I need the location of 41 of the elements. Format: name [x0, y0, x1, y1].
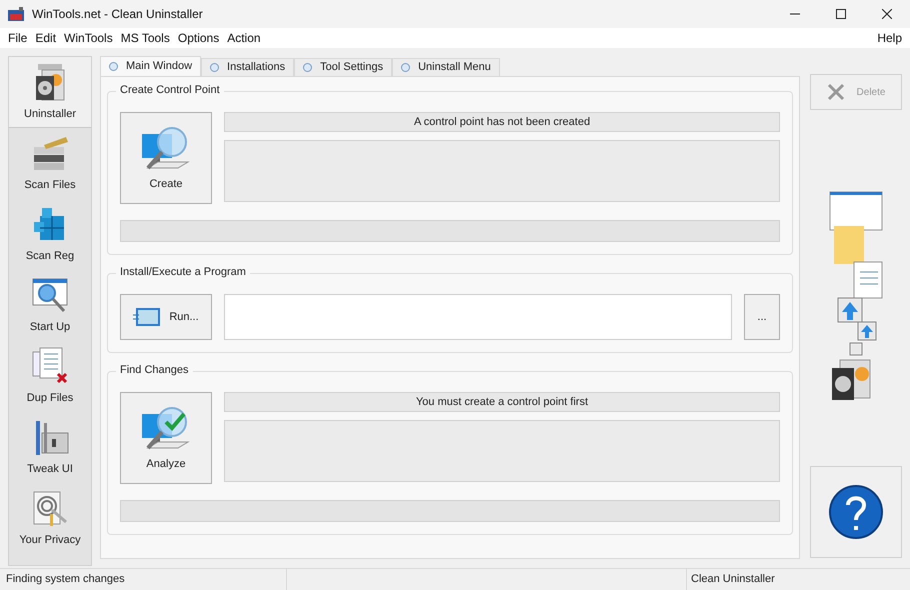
radio-icon — [109, 62, 118, 71]
group-title: Find Changes — [116, 362, 192, 378]
sidebar-item[interactable]: Dup Files — [9, 341, 91, 412]
run-button[interactable]: Run... — [120, 294, 212, 340]
sidebar-item[interactable]: Uninstaller — [9, 57, 91, 128]
sidebar-item[interactable]: Your Privacy — [9, 483, 91, 554]
menu-item[interactable]: Action — [223, 29, 265, 47]
status-field: You must create a control point first — [224, 392, 780, 412]
menu-item[interactable]: File — [4, 29, 32, 47]
tab[interactable]: Tool Settings — [294, 58, 392, 76]
menu-item[interactable]: Options — [174, 29, 224, 47]
sidebar-item[interactable]: Tweak UI — [9, 412, 91, 483]
menu-item[interactable]: Edit — [31, 29, 60, 47]
status-text: Clean Uninstaller — [690, 572, 776, 588]
radio-icon — [303, 63, 312, 72]
maximize-icon — [836, 9, 846, 19]
radio-icon — [401, 63, 410, 72]
tab[interactable]: Main Window — [100, 56, 202, 76]
sidebar-item[interactable]: Scan Reg — [9, 199, 91, 270]
status-text: Finding system changes — [0, 569, 287, 590]
sidebar-item[interactable]: Scan Files — [9, 128, 91, 199]
menu-item[interactable]: Help — [873, 29, 906, 47]
sidebar-item[interactable]: Start Up — [9, 270, 91, 341]
browse-button[interactable]: ... — [744, 294, 780, 340]
menu-item[interactable]: WinTools — [60, 29, 117, 47]
radio-icon — [210, 63, 220, 72]
group-title: Install/Execute a Program — [116, 264, 250, 280]
help-button[interactable] — [810, 466, 902, 558]
x-icon — [826, 83, 845, 101]
help-icon — [828, 484, 884, 540]
close-icon — [882, 9, 892, 19]
tab[interactable]: Uninstall Menu — [392, 58, 500, 76]
menu-item[interactable]: MS Tools — [116, 29, 174, 47]
create-button[interactable]: Create — [120, 112, 212, 204]
analyze-button[interactable]: Analyze — [120, 392, 212, 484]
program-field[interactable] — [224, 294, 732, 340]
tab[interactable]: Installations — [201, 58, 294, 76]
window-icon — [133, 307, 162, 327]
status-field: A control point has not been created — [224, 112, 780, 132]
app-icon — [8, 7, 24, 21]
window-title: WinTools.net - Clean Uninstaller — [32, 6, 203, 23]
